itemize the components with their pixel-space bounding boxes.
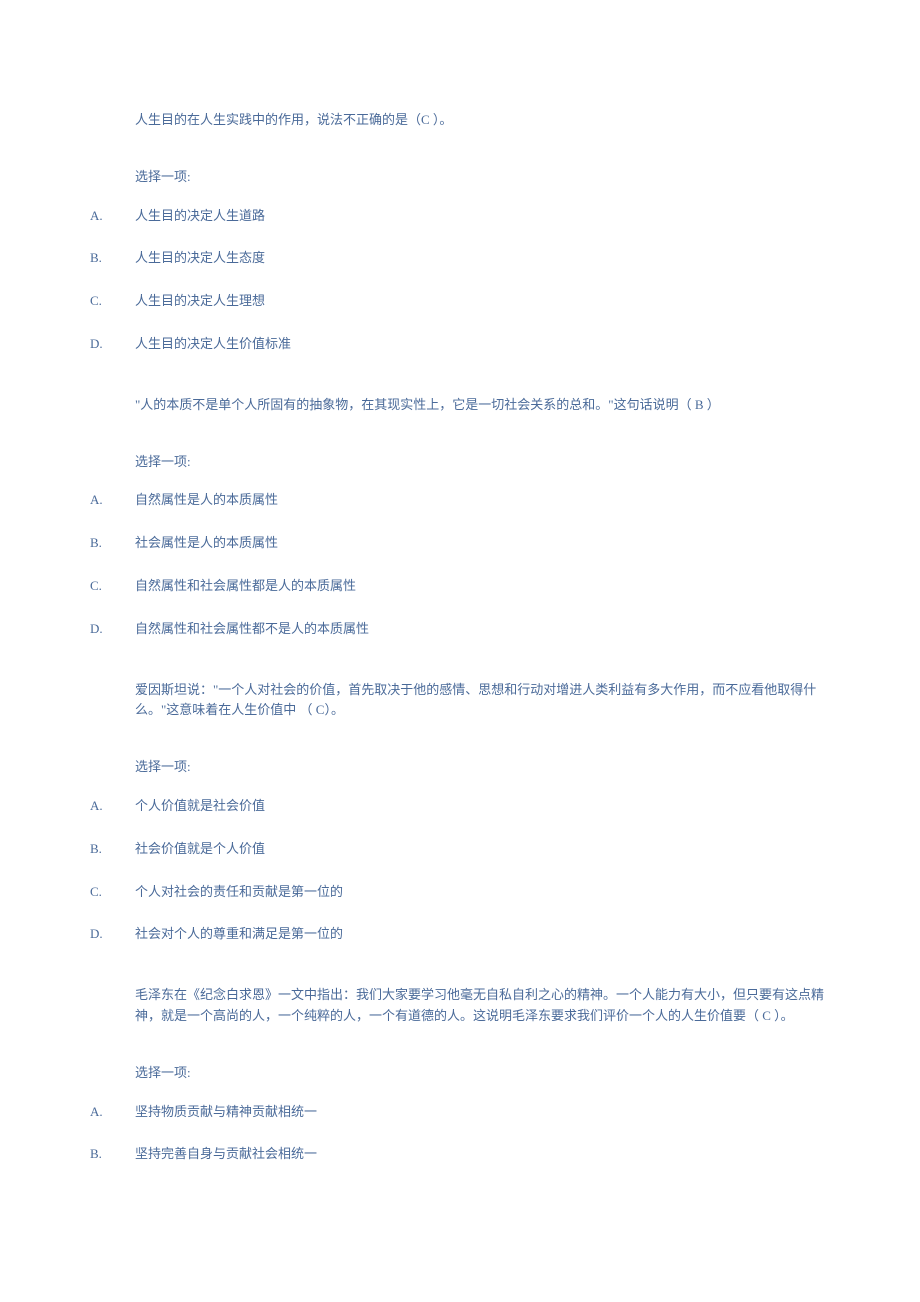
option-letter: A. — [90, 796, 135, 817]
option-letter: C. — [90, 291, 135, 312]
option-letter: D. — [90, 334, 135, 355]
option-letter: D. — [90, 924, 135, 945]
option-text: 社会属性是人的本质属性 — [135, 533, 830, 554]
option-letter: A. — [90, 206, 135, 227]
option-letter: B. — [90, 839, 135, 860]
option-row: C. 个人对社会的责任和贡献是第一位的 — [90, 882, 830, 903]
option-text: 坚持物质贡献与精神贡献相统一 — [135, 1102, 830, 1123]
question-text: 爱因斯坦说："一个人对社会的价值，首先取决于他的感情、思想和行动对增进人类利益有… — [135, 680, 830, 722]
select-prompt: 选择一项: — [135, 757, 830, 778]
option-text: 个人价值就是社会价值 — [135, 796, 830, 817]
option-letter: B. — [90, 248, 135, 269]
option-text: 坚持完善自身与贡献社会相统一 — [135, 1144, 830, 1165]
select-prompt: 选择一项: — [135, 1063, 830, 1084]
option-text: 个人对社会的责任和贡献是第一位的 — [135, 882, 830, 903]
option-letter: C. — [90, 576, 135, 597]
option-row: A. 个人价值就是社会价值 — [90, 796, 830, 817]
option-text: 社会对个人的尊重和满足是第一位的 — [135, 924, 830, 945]
option-text: 人生目的决定人生道路 — [135, 206, 830, 227]
option-text: 人生目的决定人生价值标准 — [135, 334, 830, 355]
document-content: 人生目的在人生实践中的作用，说法不正确的是（C ）。 选择一项: A. 人生目的… — [90, 110, 830, 1165]
question-text: 毛泽东在《纪念白求恩》一文中指出：我们大家要学习他毫无自私自利之心的精神。一个人… — [135, 985, 830, 1027]
option-row: B. 人生目的决定人生态度 — [90, 248, 830, 269]
option-row: B. 坚持完善自身与贡献社会相统一 — [90, 1144, 830, 1165]
option-text: 人生目的决定人生理想 — [135, 291, 830, 312]
option-row: D. 自然属性和社会属性都不是人的本质属性 — [90, 619, 830, 640]
question-text: 人生目的在人生实践中的作用，说法不正确的是（C ）。 — [135, 110, 830, 131]
option-letter: A. — [90, 490, 135, 511]
option-text: 自然属性是人的本质属性 — [135, 490, 830, 511]
option-letter: D. — [90, 619, 135, 640]
option-row: B. 社会属性是人的本质属性 — [90, 533, 830, 554]
option-row: D. 人生目的决定人生价值标准 — [90, 334, 830, 355]
select-prompt: 选择一项: — [135, 167, 830, 188]
question-block: 人生目的在人生实践中的作用，说法不正确的是（C ）。 选择一项: A. 人生目的… — [90, 110, 830, 355]
option-row: A. 人生目的决定人生道路 — [90, 206, 830, 227]
option-letter: B. — [90, 1144, 135, 1165]
option-text: 社会价值就是个人价值 — [135, 839, 830, 860]
option-letter: B. — [90, 533, 135, 554]
option-row: D. 社会对个人的尊重和满足是第一位的 — [90, 924, 830, 945]
option-text: 人生目的决定人生态度 — [135, 248, 830, 269]
option-row: B. 社会价值就是个人价值 — [90, 839, 830, 860]
option-row: C. 自然属性和社会属性都是人的本质属性 — [90, 576, 830, 597]
option-row: A. 坚持物质贡献与精神贡献相统一 — [90, 1102, 830, 1123]
question-block: 毛泽东在《纪念白求恩》一文中指出：我们大家要学习他毫无自私自利之心的精神。一个人… — [90, 985, 830, 1165]
question-block: 爱因斯坦说："一个人对社会的价值，首先取决于他的感情、思想和行动对增进人类利益有… — [90, 680, 830, 946]
option-row: C. 人生目的决定人生理想 — [90, 291, 830, 312]
select-prompt: 选择一项: — [135, 452, 830, 473]
option-row: A. 自然属性是人的本质属性 — [90, 490, 830, 511]
option-text: 自然属性和社会属性都是人的本质属性 — [135, 576, 830, 597]
question-text: "人的本质不是单个人所固有的抽象物，在其现实性上，它是一切社会关系的总和。"这句… — [135, 395, 830, 416]
option-letter: C. — [90, 882, 135, 903]
question-block: "人的本质不是单个人所固有的抽象物，在其现实性上，它是一切社会关系的总和。"这句… — [90, 395, 830, 640]
option-text: 自然属性和社会属性都不是人的本质属性 — [135, 619, 830, 640]
option-letter: A. — [90, 1102, 135, 1123]
